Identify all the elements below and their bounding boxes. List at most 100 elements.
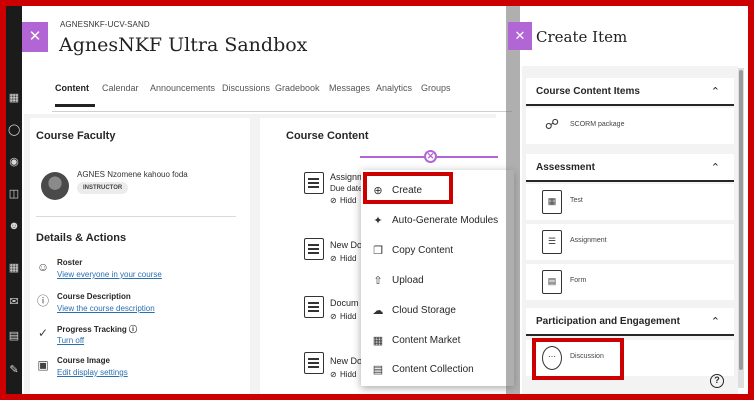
form-icon: ▤ <box>542 270 562 294</box>
content-item-title[interactable]: Assignm <box>330 172 365 182</box>
tab-content[interactable]: Content <box>55 83 89 93</box>
close-icon[interactable]: ✕ <box>22 22 48 52</box>
chevron-up-icon: ⌃ <box>710 86 720 98</box>
menu-item-content-collection[interactable]: ▤ Content Collection <box>361 356 514 385</box>
add-content-icon[interactable]: ✕ <box>424 150 437 163</box>
course-image-link[interactable]: Edit display settings <box>57 368 128 377</box>
tab-announcements[interactable]: Announcements <box>150 83 215 93</box>
modal-overlay <box>506 6 520 394</box>
institution-icon[interactable]: ▦ <box>8 92 20 104</box>
roster-icon: ☺ <box>36 260 50 274</box>
section-label: Participation and Engagement <box>536 316 680 327</box>
global-nav: ▦ ◯ ◉ ◫ ☻ ▦ ✉ ▤ ✎ <box>6 6 22 394</box>
menu-item-upload[interactable]: ⇧ Upload <box>361 267 514 296</box>
progress-tracking-label: Progress Tracking <box>57 325 127 334</box>
assignment-icon: ☰ <box>542 230 562 254</box>
content-item-title[interactable]: Docum <box>330 298 359 308</box>
breadcrumb: AGNESNKF-UCV-SAND <box>60 20 150 29</box>
panel-scrollbar[interactable] <box>738 68 744 388</box>
content-item-visibility[interactable]: ⊘ Hidd <box>330 370 356 379</box>
item-assignment[interactable]: ☰ Assignment <box>526 224 734 260</box>
document-icon <box>304 352 324 374</box>
hidden-icon: ⊘ <box>330 312 337 321</box>
item-label: Test <box>570 197 583 204</box>
tab-groups[interactable]: Groups <box>421 83 451 93</box>
section-participation[interactable]: Participation and Engagement ⌃ <box>526 308 734 336</box>
divider <box>36 216 236 217</box>
tab-discussions[interactable]: Discussions <box>222 83 270 93</box>
course-image-title: Course Image <box>57 356 110 365</box>
tab-messages[interactable]: Messages <box>329 83 370 93</box>
assignment-icon <box>304 172 324 194</box>
hidden-icon: ⊘ <box>330 254 337 263</box>
active-tab-indicator <box>55 104 95 107</box>
tab-gradebook[interactable]: Gradebook <box>275 83 320 93</box>
section-label: Assessment <box>536 162 595 173</box>
info-icon[interactable]: ⓘ <box>129 325 137 334</box>
content-item-visibility[interactable]: ⊘ Hidd <box>330 312 356 321</box>
visibility-label: Hidd <box>340 254 357 263</box>
item-test[interactable]: ▦ Test <box>526 184 734 220</box>
faculty-name[interactable]: AGNES Nzomene kahouo foda <box>77 170 188 179</box>
image-icon: ▣ <box>37 358 49 372</box>
section-assessment[interactable]: Assessment ⌃ <box>526 154 734 182</box>
menu-item-content-market[interactable]: ▦ Content Market <box>361 327 514 356</box>
calendar-icon[interactable]: ▦ <box>8 262 20 274</box>
highlight-create <box>363 172 453 204</box>
menu-item-label: Content Collection <box>392 364 474 375</box>
role-badge: INSTRUCTOR <box>77 182 129 194</box>
item-form[interactable]: ▤ Form <box>526 264 734 300</box>
info-icon: ⓘ <box>36 294 49 308</box>
store-icon: ▦ <box>372 335 384 347</box>
copy-icon: ❐ <box>373 245 383 257</box>
messages-icon[interactable]: ✉ <box>8 296 20 308</box>
content-item-title[interactable]: New Do <box>330 240 362 250</box>
close-icon[interactable]: ✕ <box>508 22 532 50</box>
menu-item-label: Cloud Storage <box>392 305 456 316</box>
test-icon: ▦ <box>542 190 562 214</box>
tab-analytics[interactable]: Analytics <box>376 83 412 93</box>
item-label: Assignment <box>570 237 607 244</box>
scorm-icon: ☍ <box>544 116 560 132</box>
faculty-heading: Course Faculty <box>36 130 116 142</box>
content-item-due: Due date <box>330 184 363 193</box>
profile-icon[interactable]: ◯ <box>8 124 20 136</box>
organizations-icon[interactable]: ☻ <box>8 220 20 232</box>
screen-frame: ▦ ◯ ◉ ◫ ☻ ▦ ✉ ▤ ✎ ✕ AGNESNKF-UCV-SAND Ag… <box>6 6 748 394</box>
edit-icon[interactable]: ✎ <box>8 364 20 376</box>
grades-icon[interactable]: ▤ <box>8 330 20 342</box>
check-circle-icon: ✓ <box>37 326 49 340</box>
hidden-icon: ⊘ <box>330 196 337 205</box>
progress-tracking-title: Progress Tracking ⓘ <box>57 324 137 335</box>
section-course-content-items[interactable]: Course Content Items ⌃ <box>526 78 734 106</box>
visibility-label: Hidd <box>340 312 357 321</box>
upload-icon: ⇧ <box>373 275 383 287</box>
globe-icon[interactable]: ◉ <box>8 156 20 168</box>
menu-item-auto-generate[interactable]: ✦ Auto-Generate Modules <box>361 207 514 236</box>
sparkle-icon: ✦ <box>373 215 383 227</box>
progress-tracking-link[interactable]: Turn off <box>57 336 84 345</box>
cloud-icon: ☁ <box>372 305 384 317</box>
help-icon[interactable]: ? <box>710 374 724 388</box>
courses-icon[interactable]: ◫ <box>8 188 20 200</box>
roster-link[interactable]: View everyone in your course <box>57 270 162 279</box>
section-label: Course Content Items <box>536 86 640 97</box>
item-label: Form <box>570 277 587 284</box>
menu-item-label: Upload <box>392 275 424 286</box>
tab-calendar[interactable]: Calendar <box>102 83 139 93</box>
avatar <box>41 172 69 200</box>
menu-item-cloud-storage[interactable]: ☁ Cloud Storage <box>361 297 514 326</box>
course-content-heading: Course Content <box>286 130 369 142</box>
details-heading: Details & Actions <box>36 232 127 244</box>
collection-icon: ▤ <box>372 364 384 376</box>
chevron-up-icon: ⌃ <box>710 316 720 328</box>
content-item-visibility[interactable]: ⊘ Hidd <box>330 254 356 263</box>
item-label: SCORM package <box>570 121 625 128</box>
menu-item-copy-content[interactable]: ❐ Copy Content <box>361 237 514 266</box>
course-description-title: Course Description <box>57 292 131 301</box>
content-item-visibility[interactable]: ⊘ Hidd <box>330 196 356 205</box>
course-description-link[interactable]: View the course description <box>57 304 155 313</box>
item-scorm-package[interactable]: ☍ SCORM package <box>526 108 734 144</box>
content-item-title[interactable]: New Do <box>330 356 362 366</box>
menu-item-label: Copy Content <box>392 245 454 256</box>
